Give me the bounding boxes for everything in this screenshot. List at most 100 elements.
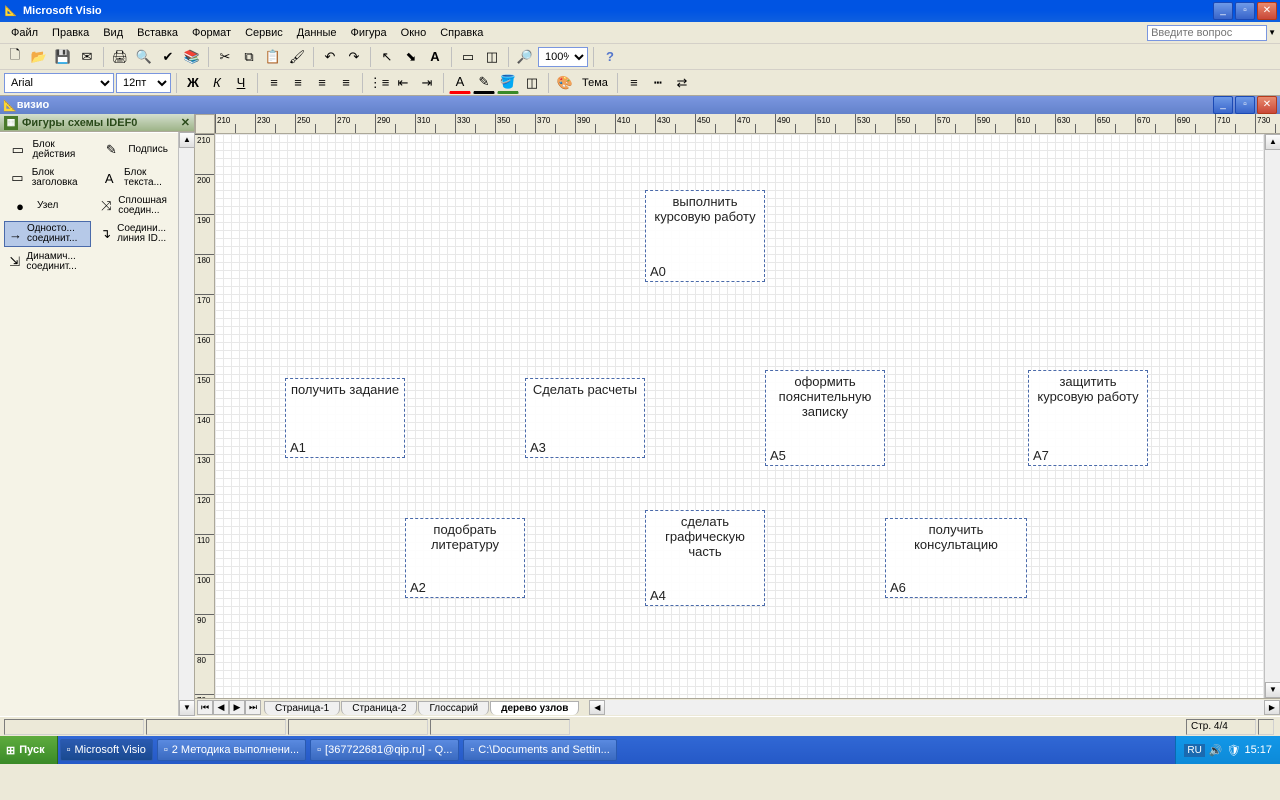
menu-file[interactable]: Файл bbox=[4, 25, 45, 41]
diagram-node[interactable]: Сделать расчетыA3 bbox=[525, 378, 645, 458]
line-weight-button[interactable]: ≡ bbox=[623, 72, 645, 94]
research-button[interactable]: 📚 bbox=[181, 46, 203, 68]
scroll-up-icon[interactable]: ▲ bbox=[179, 132, 195, 148]
canvas-scroll-right-icon[interactable]: ▶ bbox=[1264, 700, 1280, 715]
stencil-scrollbar[interactable]: ▲ ▼ bbox=[178, 132, 194, 716]
tab-nav-next[interactable]: ▶ bbox=[229, 700, 245, 715]
stencil-shape[interactable]: ●Узел bbox=[4, 193, 91, 219]
menu-view[interactable]: Вид bbox=[96, 25, 130, 41]
tab-nav-prev[interactable]: ◀ bbox=[213, 700, 229, 715]
start-button[interactable]: ⊞ Пуск bbox=[0, 736, 58, 764]
diagram-node[interactable]: оформить пояснительную запискуA5 bbox=[765, 370, 885, 466]
doc-minimize-button[interactable]: _ bbox=[1213, 96, 1233, 114]
diagram-edge[interactable] bbox=[345, 282, 515, 284]
font-color-button[interactable]: A bbox=[449, 72, 471, 94]
stencil-close-icon[interactable]: ✕ bbox=[181, 116, 190, 129]
canvas-scroll-left-icon[interactable]: ◀ bbox=[589, 700, 605, 715]
menu-data[interactable]: Данные bbox=[290, 25, 344, 41]
new-button[interactable]: 🗋 bbox=[4, 46, 26, 68]
format-painter-button[interactable]: 🖌 bbox=[286, 46, 308, 68]
canvas-scroll-down-icon[interactable]: ▼ bbox=[1265, 682, 1280, 698]
zoom-combo[interactable]: 100% bbox=[538, 47, 588, 67]
help-button[interactable]: ? bbox=[599, 46, 621, 68]
connector-tool-button[interactable]: ⬊ bbox=[400, 46, 422, 68]
taskbar-item[interactable]: ▫2 Методика выполнени... bbox=[157, 739, 306, 761]
text-tool-button[interactable]: A bbox=[424, 46, 446, 68]
cut-button[interactable]: ✂ bbox=[214, 46, 236, 68]
theme-icon[interactable]: 🎨 bbox=[554, 72, 576, 94]
menu-insert[interactable]: Вставка bbox=[130, 25, 185, 41]
align-justify-button[interactable]: ≡ bbox=[335, 72, 357, 94]
stencil-shape[interactable]: →Односто... соединит... bbox=[4, 221, 91, 247]
page-tab[interactable]: дерево узлов bbox=[490, 701, 579, 715]
page-tab[interactable]: Страница-1 bbox=[264, 701, 340, 715]
print-button[interactable]: 🖨 bbox=[109, 46, 131, 68]
page-tab[interactable]: Глоссарий bbox=[418, 701, 489, 715]
close-button[interactable]: ✕ bbox=[1257, 2, 1277, 20]
menu-edit[interactable]: Правка bbox=[45, 25, 96, 41]
mail-button[interactable]: ✉ bbox=[76, 46, 98, 68]
ask-dropdown-icon[interactable]: ▼ bbox=[1268, 28, 1276, 37]
redo-button[interactable]: ↷ bbox=[343, 46, 365, 68]
menu-tools[interactable]: Сервис bbox=[238, 25, 290, 41]
font-name-combo[interactable]: Arial bbox=[4, 73, 114, 93]
stencil-shape[interactable]: ↴Соедини... линия ID... bbox=[95, 221, 178, 247]
page-tab[interactable]: Страница-2 bbox=[341, 701, 417, 715]
line-pattern-button[interactable]: ┅ bbox=[647, 72, 669, 94]
stencil-shape[interactable]: ✎Подпись bbox=[95, 137, 178, 163]
align-right-button[interactable]: ≡ bbox=[311, 72, 333, 94]
undo-button[interactable]: ↶ bbox=[319, 46, 341, 68]
diagram-node[interactable]: получить заданиеA1 bbox=[285, 378, 405, 458]
lang-indicator[interactable]: RU bbox=[1184, 744, 1204, 757]
canvas-scroll-up-icon[interactable]: ▲ bbox=[1265, 134, 1280, 150]
tab-nav-last[interactable]: ⏭ bbox=[245, 700, 261, 715]
drawing-canvas[interactable]: выполнить курсовую работуA0 получить зада… bbox=[215, 134, 1264, 698]
increase-indent-button[interactable]: ⇥ bbox=[416, 72, 438, 94]
stencil-shape[interactable]: AБлок текста... bbox=[95, 165, 178, 191]
shadow-button[interactable]: ◫ bbox=[521, 72, 543, 94]
taskbar-item[interactable]: ▫[367722681@qip.ru] - Q... bbox=[310, 739, 459, 761]
menu-help[interactable]: Справка bbox=[433, 25, 490, 41]
clock[interactable]: 15:17 bbox=[1244, 744, 1272, 756]
save-button[interactable]: 💾 bbox=[52, 46, 74, 68]
diagram-node[interactable]: сделать графическую частьA4 bbox=[645, 510, 765, 606]
diagram-node[interactable]: получить консультациюA6 bbox=[885, 518, 1027, 598]
line-ends-button[interactable]: ⇄ bbox=[671, 72, 693, 94]
scroll-down-icon[interactable]: ▼ bbox=[179, 700, 195, 716]
menu-window[interactable]: Окно bbox=[394, 25, 434, 41]
canvas-h-scrollbar[interactable]: ◀ ▶ bbox=[589, 700, 1280, 715]
rectangle-tool-button[interactable]: ▭ bbox=[457, 46, 479, 68]
diagram-node[interactable]: защитить курсовую работуA7 bbox=[1028, 370, 1148, 466]
bold-button[interactable]: Ж bbox=[182, 72, 204, 94]
doc-restore-button[interactable]: ▫ bbox=[1235, 96, 1255, 114]
canvas-v-scrollbar[interactable]: ▲ ▼ bbox=[1264, 134, 1280, 698]
paste-button[interactable]: 📋 bbox=[262, 46, 284, 68]
underline-button[interactable]: Ч bbox=[230, 72, 252, 94]
taskbar-item[interactable]: ▫Microsoft Visio bbox=[60, 739, 153, 761]
stencil-shape[interactable]: ▭Блок действия bbox=[4, 137, 91, 163]
print-preview-button[interactable]: 🔍 bbox=[133, 46, 155, 68]
stencil-shape[interactable]: ⇲Динамич... соединит... bbox=[4, 249, 92, 275]
doc-close-button[interactable]: ✕ bbox=[1257, 96, 1277, 114]
diagram-edge[interactable] bbox=[465, 282, 515, 284]
shapes-window-button[interactable]: ◫ bbox=[481, 46, 503, 68]
stencil-header[interactable]: ▦ Фигуры схемы IDEF0 ✕ bbox=[0, 114, 194, 132]
line-color-button[interactable]: ✎ bbox=[473, 72, 495, 94]
diagram-node[interactable]: подобрать литературуA2 bbox=[405, 518, 525, 598]
theme-label[interactable]: Тема bbox=[578, 77, 612, 89]
font-size-combo[interactable]: 12пт bbox=[116, 73, 171, 93]
copy-button[interactable]: ⧉ bbox=[238, 46, 260, 68]
taskbar-item[interactable]: ▫C:\Documents and Settin... bbox=[463, 739, 616, 761]
stencil-shape[interactable]: ⤨Сплошная соедин... bbox=[95, 193, 178, 219]
restore-button[interactable]: ▫ bbox=[1235, 2, 1255, 20]
diagram-node[interactable]: выполнить курсовую работуA0 bbox=[645, 190, 765, 282]
open-button[interactable]: 📂 bbox=[28, 46, 50, 68]
menu-shape[interactable]: Фигура bbox=[344, 25, 394, 41]
tray-icon[interactable]: 🛡 bbox=[1227, 744, 1241, 757]
pointer-tool-button[interactable]: ↖ bbox=[376, 46, 398, 68]
align-center-button[interactable]: ≡ bbox=[287, 72, 309, 94]
decrease-indent-button[interactable]: ⇤ bbox=[392, 72, 414, 94]
ask-question-input[interactable] bbox=[1147, 25, 1267, 41]
bullets-button[interactable]: ⋮≡ bbox=[368, 72, 390, 94]
align-left-button[interactable]: ≡ bbox=[263, 72, 285, 94]
